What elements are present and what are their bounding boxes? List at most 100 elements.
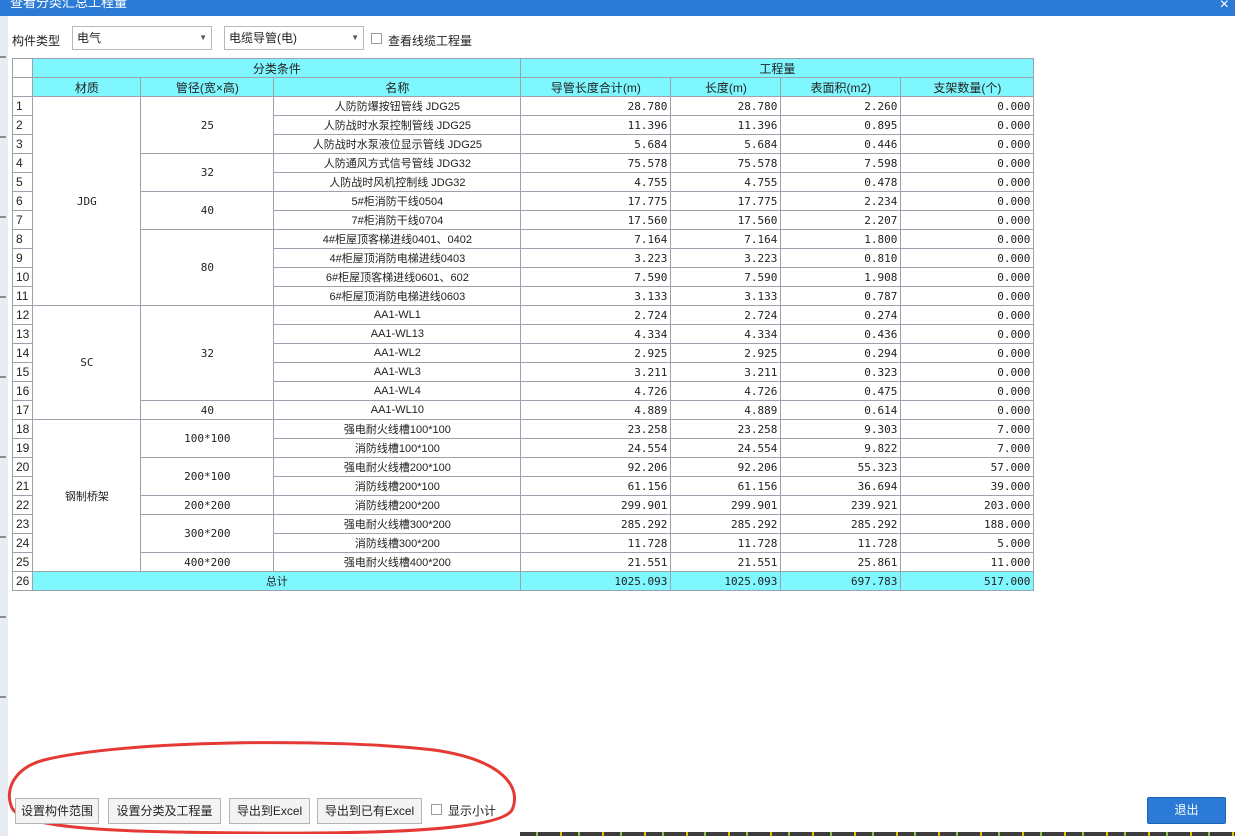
conduit-length-cell[interactable]: 17.560 [520,210,672,230]
conduit-length-cell[interactable]: 3.133 [520,286,672,306]
bracket-count-cell[interactable]: 0.000 [900,134,1035,154]
table-row[interactable]: 4 32 人防通风方式信号管线 JDG32 75.578 75.578 7.598 0.00… [11,153,1035,192]
surface-area-cell[interactable]: 0.274 [780,305,902,325]
row-number-cell[interactable]: 7 [11,210,34,230]
conduit-length-cell[interactable]: 28.780 [520,96,672,116]
size-cell[interactable]: 32 [140,153,275,192]
bracket-count-cell[interactable]: 0.000 [900,305,1035,325]
row-number-cell[interactable]: 3 [11,134,34,154]
size-cell[interactable]: 300*200 [140,514,275,553]
name-cell[interactable]: AA1-WL13 [273,324,522,344]
conduit-length-cell[interactable]: 5.684 [520,134,672,154]
conduit-length-cell[interactable]: 17.775 [520,191,672,211]
bracket-count-cell[interactable]: 203.000 [900,495,1035,515]
row-number-cell[interactable]: 21 [11,476,34,496]
length-cell[interactable]: 299.901 [670,495,782,515]
length-cell[interactable]: 2.724 [670,305,782,325]
bracket-count-cell[interactable]: 0.000 [900,96,1035,116]
surface-area-cell[interactable]: 0.323 [780,362,902,382]
surface-area-cell[interactable]: 0.475 [780,381,902,401]
name-cell[interactable]: 4#柜屋顶客梯进线0401、0402 [273,229,522,249]
surface-area-cell[interactable]: 0.614 [780,400,902,420]
bracket-count-cell[interactable]: 39.000 [900,476,1035,496]
surface-area-cell[interactable]: 9.303 [780,419,902,439]
bracket-count-cell[interactable]: 0.000 [900,267,1035,287]
component-type-select[interactable]: 电气 ▼ [72,26,212,50]
row-number-cell[interactable]: 24 [11,533,34,553]
length-cell[interactable]: 28.780 [670,96,782,116]
row-number-cell[interactable]: 5 [11,172,34,192]
bracket-count-cell[interactable]: 0.000 [900,229,1035,249]
size-cell[interactable]: 40 [140,400,275,420]
conduit-length-cell[interactable]: 21.551 [520,552,672,572]
row-number-cell[interactable]: 16 [11,381,34,401]
length-cell[interactable]: 92.206 [670,457,782,477]
surface-area-cell[interactable]: 2.234 [780,191,902,211]
conduit-length-cell[interactable]: 4.889 [520,400,672,420]
conduit-length-cell[interactable]: 11.728 [520,533,672,553]
conduit-length-cell[interactable]: 23.258 [520,419,672,439]
name-cell[interactable]: 消防线槽300*200 [273,533,522,553]
surface-area-cell[interactable]: 2.207 [780,210,902,230]
name-cell[interactable]: 强电耐火线槽200*100 [273,457,522,477]
table-row[interactable]: 22 200*200 消防线槽200*200 299.901 299.901 239.92… [11,495,1035,515]
length-cell[interactable]: 17.560 [670,210,782,230]
column-header-name[interactable]: 名称 [273,77,522,97]
row-number-cell[interactable]: 10 [11,267,34,287]
surface-area-cell[interactable]: 239.921 [780,495,902,515]
surface-area-cell[interactable]: 55.323 [780,457,902,477]
conduit-length-cell[interactable]: 2.724 [520,305,672,325]
table-row[interactable]: 8 80 4#柜屋顶客梯进线0401、0402 7.164 7.164 1.800 0.00… [11,229,1035,306]
name-cell[interactable]: 人防通风方式信号管线 JDG32 [273,153,522,173]
bracket-count-cell[interactable]: 0.000 [900,286,1035,306]
bracket-count-cell[interactable]: 0.000 [900,324,1035,344]
length-cell[interactable]: 4.334 [670,324,782,344]
component-subtype-select[interactable]: 电缆导管(电) ▼ [224,26,364,50]
size-cell[interactable]: 25 [140,96,275,154]
row-number-cell[interactable]: 12 [11,305,34,325]
length-cell[interactable]: 285.292 [670,514,782,534]
material-cell[interactable]: JDG [32,96,142,306]
length-cell[interactable]: 5.684 [670,134,782,154]
material-cell[interactable]: SC [32,305,142,420]
name-cell[interactable]: 4#柜屋顶消防电梯进线0403 [273,248,522,268]
size-cell[interactable]: 32 [140,305,275,401]
surface-area-cell[interactable]: 1.800 [780,229,902,249]
subtotal-checkbox[interactable] [431,804,442,815]
bracket-count-cell[interactable]: 0.000 [900,343,1035,363]
conduit-length-cell[interactable]: 75.578 [520,153,672,173]
row-number-cell[interactable]: 19 [11,438,34,458]
row-number-cell[interactable]: 8 [11,229,34,249]
bracket-count-cell[interactable]: 5.000 [900,533,1035,553]
bracket-count-cell[interactable]: 0.000 [900,210,1035,230]
column-header-length[interactable]: 长度(m) [670,77,782,97]
export-existing-excel-button[interactable]: 导出到已有Excel [317,798,422,824]
name-cell[interactable]: AA1-WL2 [273,343,522,363]
table-row[interactable]: 6 40 5#柜消防干线0504 17.775 17.775 2.234 0.000 [11,191,1035,230]
table-row[interactable]: 20 200*100 强电耐火线槽200*100 92.206 92.206 55.323… [11,457,1035,496]
length-cell[interactable]: 4.726 [670,381,782,401]
table-row[interactable]: 17 40 AA1-WL10 4.889 4.889 0.614 0.000 [11,400,1035,420]
total-length-cell[interactable]: 1025.093 [670,571,782,591]
bracket-count-cell[interactable]: 0.000 [900,172,1035,192]
table-row[interactable]: 25 400*200 强电耐火线槽400*200 21.551 21.551 25.861… [11,552,1035,572]
set-range-button[interactable]: 设置构件范围 [15,798,99,824]
length-cell[interactable]: 61.156 [670,476,782,496]
bracket-count-cell[interactable]: 0.000 [900,381,1035,401]
length-cell[interactable]: 3.133 [670,286,782,306]
name-cell[interactable]: 6#柜屋顶消防电梯进线0603 [273,286,522,306]
conduit-length-cell[interactable]: 4.755 [520,172,672,192]
length-cell[interactable]: 7.164 [670,229,782,249]
name-cell[interactable]: 消防线槽200*100 [273,476,522,496]
length-cell[interactable]: 21.551 [670,552,782,572]
row-number-cell[interactable]: 13 [11,324,34,344]
length-cell[interactable]: 11.396 [670,115,782,135]
row-number-cell[interactable]: 11 [11,286,34,306]
name-cell[interactable]: AA1-WL4 [273,381,522,401]
size-cell[interactable]: 40 [140,191,275,230]
column-header-bracket-count[interactable]: 支架数量(个) [900,77,1035,97]
length-cell[interactable]: 2.925 [670,343,782,363]
length-cell[interactable]: 11.728 [670,533,782,553]
length-cell[interactable]: 3.223 [670,248,782,268]
column-header-size[interactable]: 管径(宽×高) [140,77,275,97]
